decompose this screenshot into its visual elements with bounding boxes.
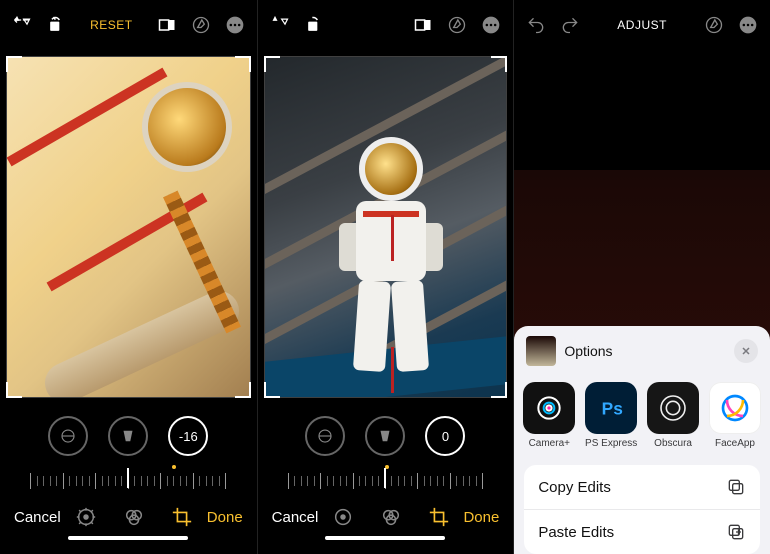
share-app-cameraplus[interactable]: Camera+ (520, 382, 578, 449)
share-sheet: Options Camera+ Ps PS Express (514, 326, 770, 554)
crop-mode-icon[interactable] (428, 506, 450, 528)
adjust-mode-icon[interactable] (75, 506, 97, 528)
perspective-value: -16 (179, 429, 198, 444)
aspect-ratio-icon[interactable] (413, 15, 433, 35)
origin-dot (172, 465, 176, 469)
topbar: ADJUST (514, 0, 770, 50)
straighten-tool[interactable] (48, 416, 88, 456)
crop-mode-icon[interactable] (171, 506, 193, 528)
redo-icon[interactable] (560, 15, 580, 35)
controls: 0 Cancel (258, 406, 514, 554)
close-icon[interactable] (734, 339, 758, 363)
crop-canvas[interactable] (264, 56, 508, 398)
markup-icon[interactable] (447, 15, 467, 35)
flip-vertical-icon[interactable] (270, 15, 290, 35)
share-actions: Copy Edits Paste Edits (524, 465, 760, 554)
aspect-ratio-icon[interactable] (157, 15, 177, 35)
editor-screen-share: ADJUST Options (513, 0, 770, 554)
adjustment-slider[interactable] (30, 464, 227, 498)
horizontal-perspective-tool[interactable]: -16 (168, 416, 208, 456)
editor-screen-reset: RESET -16 (0, 0, 257, 554)
sheet-title[interactable]: Options (564, 343, 726, 359)
adjustment-slider[interactable] (288, 464, 484, 498)
markup-icon[interactable] (704, 15, 724, 35)
photo-content (7, 57, 250, 397)
slider-cursor (127, 468, 129, 488)
edit-mode-tabs (75, 506, 193, 528)
cancel-button[interactable]: Cancel (14, 509, 61, 526)
markup-icon[interactable] (191, 15, 211, 35)
rotate-icon[interactable] (46, 15, 66, 35)
more-icon[interactable] (225, 15, 245, 35)
straighten-tool[interactable] (305, 416, 345, 456)
photo-content (265, 57, 507, 397)
topbar: RESET (0, 0, 257, 50)
share-thumbnail (526, 336, 556, 366)
action-copy-edits[interactable]: Copy Edits (524, 465, 760, 509)
flip-vertical-icon[interactable] (12, 15, 32, 35)
done-button[interactable]: Done (207, 509, 243, 526)
reset-button[interactable]: RESET (90, 18, 133, 32)
done-button[interactable]: Done (463, 509, 499, 526)
share-app-faceapp[interactable]: FaceApp (706, 382, 764, 449)
vertical-perspective-tool[interactable] (365, 416, 405, 456)
adjust-mode-icon[interactable] (332, 506, 354, 528)
vertical-perspective-tool[interactable] (108, 416, 148, 456)
slider-cursor (384, 468, 386, 488)
svg-text:Ps: Ps (602, 399, 623, 419)
controls: -16 Cancel (0, 406, 257, 554)
home-indicator (68, 536, 188, 540)
action-paste-edits[interactable]: Paste Edits (524, 509, 760, 554)
perspective-value: 0 (442, 429, 449, 444)
share-app-psexpress[interactable]: Ps PS Express (582, 382, 640, 449)
filters-mode-icon[interactable] (380, 506, 402, 528)
horizontal-perspective-tool[interactable]: 0 (425, 416, 465, 456)
undo-icon[interactable] (526, 15, 546, 35)
edit-mode-tabs (332, 506, 450, 528)
editor-screen-default: 0 Cancel (257, 0, 514, 554)
home-indicator (325, 536, 445, 540)
filters-mode-icon[interactable] (123, 506, 145, 528)
topbar (258, 0, 514, 50)
cancel-button[interactable]: Cancel (272, 509, 319, 526)
share-app-obscura[interactable]: Obscura (644, 382, 702, 449)
screen-title: ADJUST (617, 18, 667, 32)
rotate-icon[interactable] (304, 15, 324, 35)
more-icon[interactable] (481, 15, 501, 35)
more-icon[interactable] (738, 15, 758, 35)
crop-canvas[interactable] (6, 56, 251, 398)
share-apps-row: Camera+ Ps PS Express Obscura FaceApp (514, 374, 770, 459)
